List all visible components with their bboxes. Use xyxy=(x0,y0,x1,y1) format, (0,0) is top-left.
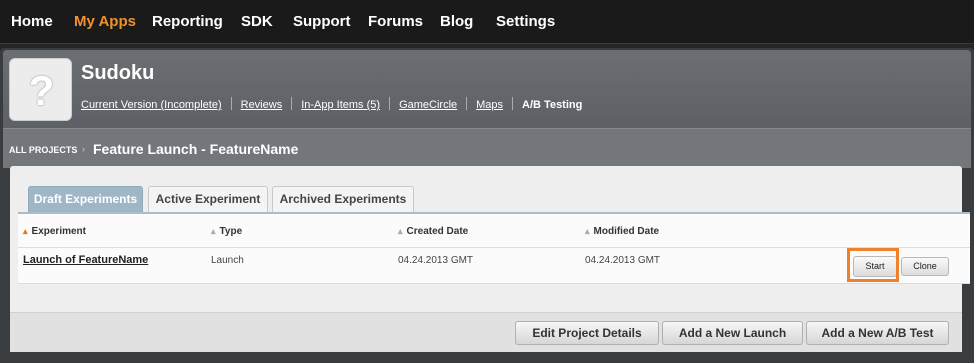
nav-sdk[interactable]: SDK xyxy=(241,0,273,44)
experiment-modified-date: 04.24.2013 GMT xyxy=(585,255,661,266)
breadcrumb-arrow-icon: › xyxy=(82,144,85,154)
divider xyxy=(18,247,970,248)
divider xyxy=(466,97,468,110)
add-new-launch-button[interactable]: Add a New Launch xyxy=(662,321,803,345)
column-header-created-date[interactable]: ▴ Created Date xyxy=(398,226,468,237)
subnav-maps[interactable]: Maps xyxy=(476,99,503,111)
divider xyxy=(230,97,232,110)
subnav-gamecircle[interactable]: GameCircle xyxy=(399,99,457,111)
divider xyxy=(512,97,514,110)
column-header-experiment[interactable]: ▴ Experiment xyxy=(23,226,86,237)
subnav-ab-testing[interactable]: A/B Testing xyxy=(522,99,582,111)
start-button-highlight xyxy=(847,248,899,282)
column-header-type[interactable]: ▴ Type xyxy=(211,226,242,237)
breadcrumb-all-projects[interactable]: ALL PROJECTS xyxy=(9,145,77,155)
app-title: Sudoku xyxy=(81,62,155,84)
question-mark-icon: ? xyxy=(28,67,55,114)
subnav-current-version[interactable]: Current Version (Incomplete) xyxy=(81,99,222,111)
top-nav: Home My Apps Reporting SDK Support Forum… xyxy=(0,0,974,44)
tab-archived-experiments[interactable]: Archived Experiments xyxy=(272,186,414,213)
nav-blog[interactable]: Blog xyxy=(440,0,473,44)
edit-project-details-button[interactable]: Edit Project Details xyxy=(515,321,659,345)
tab-active-experiment[interactable]: Active Experiment xyxy=(148,186,268,213)
page-title: Feature Launch - FeatureName xyxy=(93,141,299,157)
subnav-in-app-items[interactable]: In-App Items (5) xyxy=(301,99,380,111)
app-subnav: Current Version (Incomplete) Reviews In-Ap… xyxy=(81,97,582,113)
sort-asc-icon: ▴ xyxy=(23,226,28,236)
app-icon: ? xyxy=(9,58,72,121)
nav-home[interactable]: Home xyxy=(11,0,53,44)
tab-draft-experiments[interactable]: Draft Experiments xyxy=(28,186,143,213)
nav-my-apps[interactable]: My Apps xyxy=(74,0,136,44)
experiment-name-link[interactable]: Launch of FeatureName xyxy=(23,254,148,266)
column-header-modified-date[interactable]: ▴ Modified Date xyxy=(585,226,659,237)
nav-reporting[interactable]: Reporting xyxy=(152,0,223,44)
experiment-created-date: 04.24.2013 GMT xyxy=(398,255,474,266)
sort-icon: ▴ xyxy=(211,226,216,236)
divider xyxy=(291,97,293,110)
clone-button[interactable]: Clone xyxy=(901,257,949,276)
experiment-type: Launch xyxy=(211,255,244,266)
nav-settings[interactable]: Settings xyxy=(496,0,555,44)
nav-forums[interactable]: Forums xyxy=(368,0,423,44)
subnav-reviews[interactable]: Reviews xyxy=(241,99,283,111)
add-new-ab-test-button[interactable]: Add a New A/B Test xyxy=(806,321,949,345)
sort-icon: ▴ xyxy=(398,226,403,236)
sort-icon: ▴ xyxy=(585,226,590,236)
divider xyxy=(389,97,391,110)
divider xyxy=(18,283,970,284)
experiments-table xyxy=(18,214,970,284)
nav-support[interactable]: Support xyxy=(293,0,351,44)
